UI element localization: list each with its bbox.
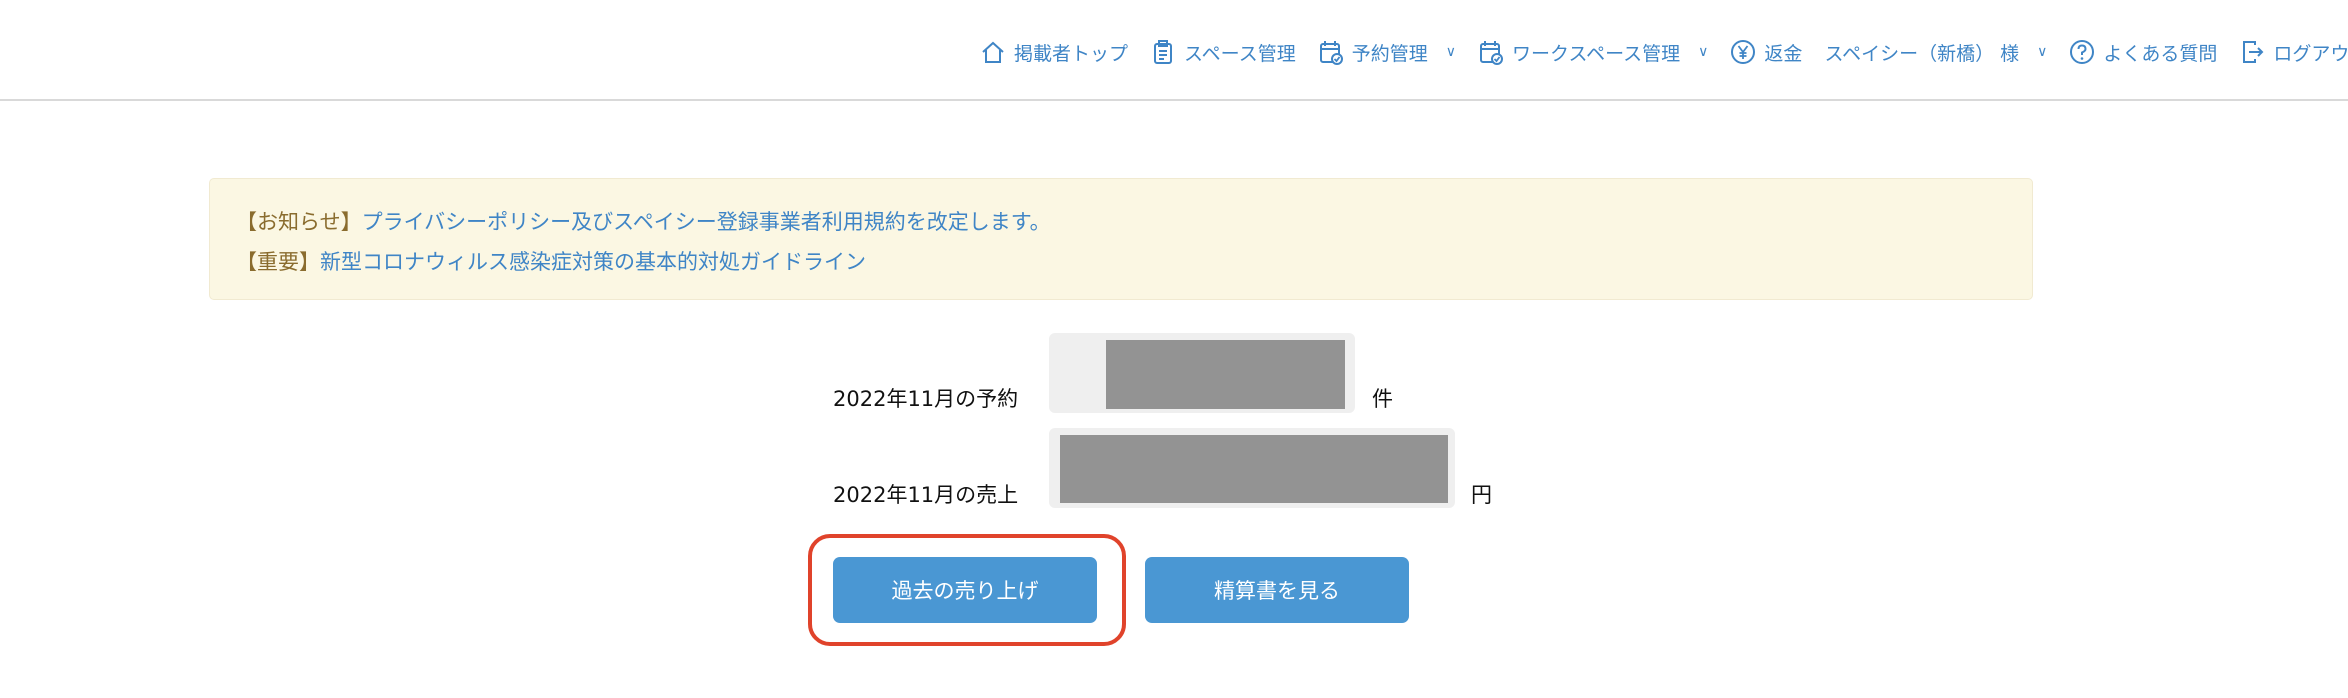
notice-link[interactable]: 新型コロナウィルス感染症対策の基本的対処ガイドライン: [320, 250, 866, 274]
redacted-block: [1060, 435, 1448, 503]
nav-host-top-label: 掲載者トップ: [1014, 42, 1129, 65]
clipboard-icon: [1154, 40, 1173, 64]
calendar-check-icon: [1480, 41, 1504, 65]
chevron-down-icon: ∨: [1698, 44, 1709, 60]
past-sales-button[interactable]: 過去の売り上げ: [833, 557, 1097, 623]
view-statement-button[interactable]: 精算書を見る: [1145, 557, 1409, 623]
notice-box: 【お知らせ】プライバシーポリシー及びスペイシー登録事業者利用規約を改定します。 …: [209, 178, 2033, 300]
reservations-label: 2022年11月の予約: [833, 387, 1019, 411]
reservations-unit: 件: [1372, 387, 1393, 411]
nav-host-top[interactable]: 掲載者トップ: [980, 39, 1128, 66]
main-nav: 掲載者トップ スペース管理 予約管理 ∨ ワークスペース管理 ∨ 返金 スペイシ…: [980, 32, 2348, 72]
notice-item: 【お知らせ】プライバシーポリシー及びスペイシー登録事業者利用規約を改定します。: [236, 206, 1051, 236]
nav-faq[interactable]: よくある質問: [2069, 39, 2217, 66]
yen-circle-icon: [1731, 40, 1756, 64]
nav-reservation-manage[interactable]: 予約管理 ∨: [1318, 39, 1456, 66]
chevron-down-icon: ∨: [1445, 44, 1457, 60]
nav-reservation-manage-label: 予約管理: [1351, 42, 1428, 65]
user-name: スペイシー（新橋） 様: [1824, 42, 2020, 65]
chevron-down-icon: ∨: [2037, 44, 2048, 60]
top-header: 掲載者トップ スペース管理 予約管理 ∨ ワークスペース管理 ∨ 返金 スペイシ…: [0, 0, 2348, 101]
home-icon: [982, 41, 1004, 63]
nav-refund-label: 返金: [1764, 42, 1803, 65]
nav-logout[interactable]: ログアウト: [2239, 39, 2348, 66]
question-circle-icon: [2070, 40, 2095, 64]
nav-logout-label: ログアウト: [2273, 42, 2348, 65]
nav-faq-label: よくある質問: [2103, 42, 2218, 65]
nav-workspace-manage-label: ワークスペース管理: [1512, 42, 1681, 65]
notice-item: 【重要】新型コロナウィルス感染症対策の基本的対処ガイドライン: [236, 246, 866, 276]
nav-user-menu[interactable]: スペイシー（新橋） 様 ∨: [1824, 39, 2047, 66]
nav-space-manage[interactable]: スペース管理: [1150, 39, 1296, 66]
notice-tag: 【重要】: [236, 250, 320, 274]
nav-workspace-manage[interactable]: ワークスペース管理 ∨: [1478, 39, 1708, 66]
notice-link[interactable]: プライバシーポリシー及びスペイシー登録事業者利用規約を改定します。: [362, 210, 1051, 234]
nav-space-manage-label: スペース管理: [1184, 42, 1296, 65]
sales-label: 2022年11月の売上: [833, 483, 1019, 507]
logout-icon: [2243, 41, 2264, 63]
redacted-block: [1106, 340, 1345, 409]
calendar-check-icon: [1319, 41, 1343, 65]
sales-unit: 円: [1471, 483, 1492, 507]
notice-tag: 【お知らせ】: [236, 210, 362, 234]
nav-refund[interactable]: 返金: [1730, 39, 1802, 66]
